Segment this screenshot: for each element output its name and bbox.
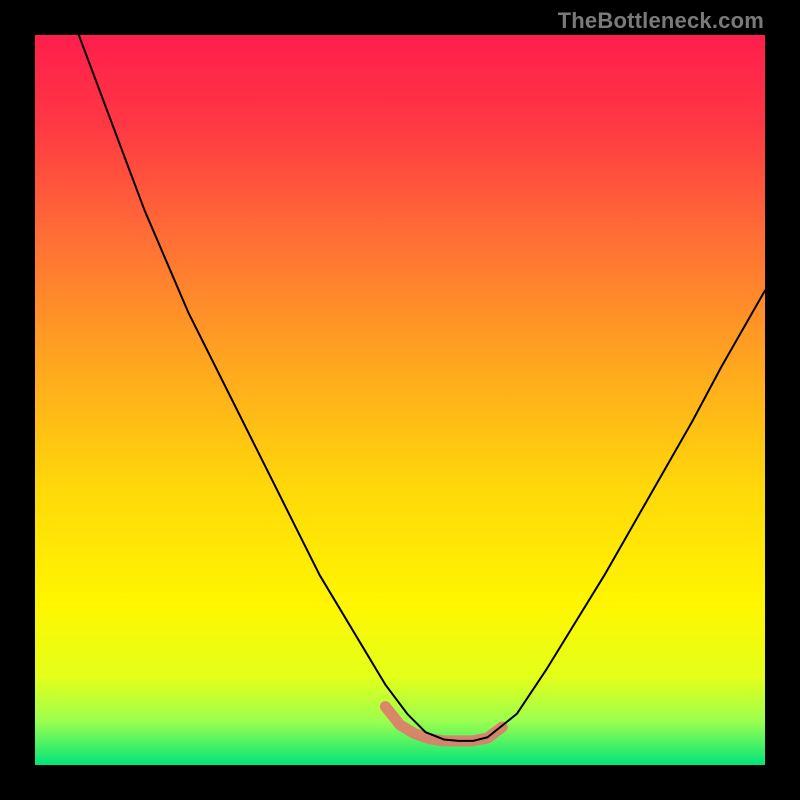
valley-highlight bbox=[385, 707, 502, 741]
plot-area bbox=[35, 35, 765, 765]
chart-frame: TheBottleneck.com bbox=[0, 0, 800, 800]
watermark-text: TheBottleneck.com bbox=[558, 8, 764, 34]
chart-overlay bbox=[35, 35, 765, 765]
v-curve-line bbox=[79, 35, 765, 741]
